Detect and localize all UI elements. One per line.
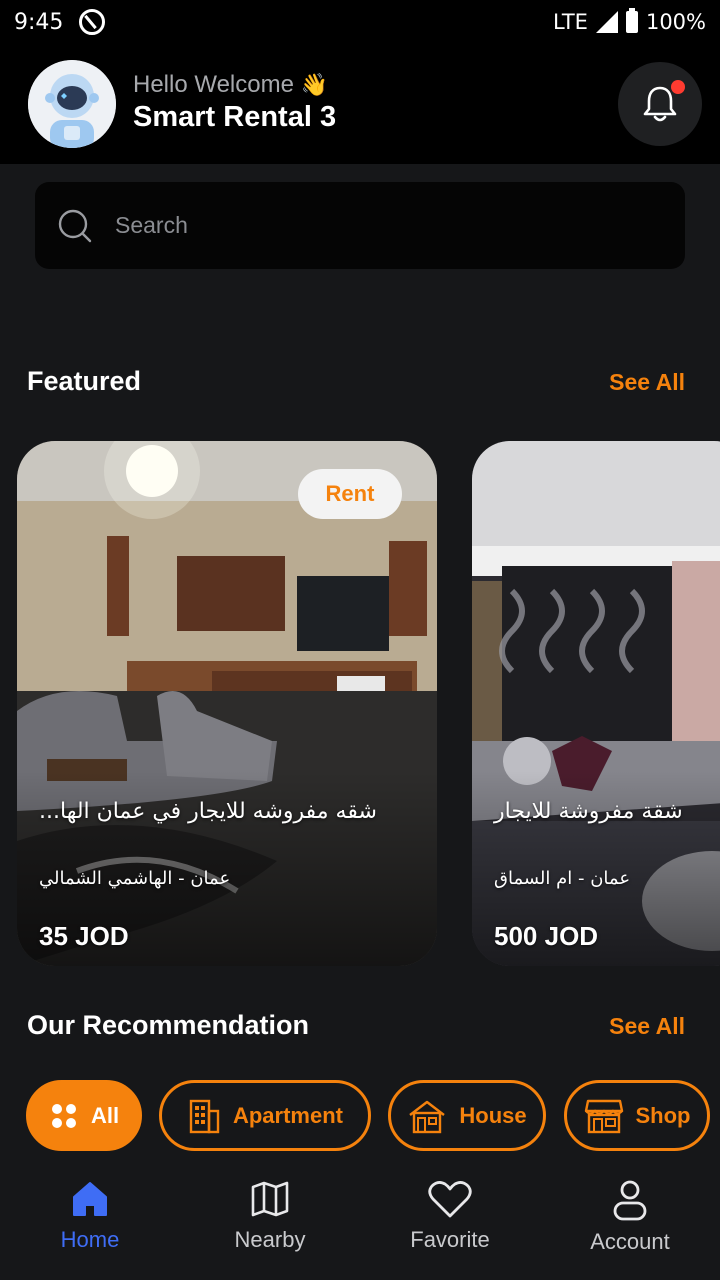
search-input[interactable] <box>115 212 635 239</box>
card-location: عمان - ام السماق <box>494 868 631 889</box>
nav-nearby[interactable]: Nearby <box>180 1179 360 1253</box>
card-price: 35 JOD <box>39 921 129 951</box>
app-name: Smart Rental 3 <box>133 101 337 133</box>
data-saver-icon <box>79 9 106 35</box>
recommendation-title: Our Recommendation <box>27 1010 310 1040</box>
nav-home[interactable]: Home <box>0 1179 180 1253</box>
rent-badge: Rent <box>298 469 402 519</box>
filter-chip-label: Shop <box>635 1102 691 1128</box>
card-title: شقة مفروشة للايجار <box>494 799 683 824</box>
user-icon <box>613 1180 647 1221</box>
notification-dot <box>671 80 685 94</box>
wave-emoji: 👋 <box>300 72 329 97</box>
filter-chip-house[interactable]: House <box>388 1080 546 1151</box>
battery-level: 100% <box>645 10 706 34</box>
status-time: 9:45 <box>14 9 64 35</box>
battery-icon <box>625 8 638 33</box>
home-icon <box>73 1182 107 1216</box>
nav-account[interactable]: Account <box>540 1179 720 1255</box>
filter-chip-shop[interactable]: Shop <box>564 1080 710 1151</box>
nav-label: Home <box>60 1227 120 1252</box>
filter-chip-label: All <box>90 1102 120 1128</box>
featured-card[interactable]: Rent ...شقه مفروشه للايجار في عمان الها … <box>17 441 437 966</box>
shop-icon <box>584 1099 623 1133</box>
robot-avatar-icon <box>28 60 116 148</box>
map-icon <box>251 1181 289 1217</box>
nav-label: Favorite <box>410 1227 490 1252</box>
filter-chip-label: House <box>459 1102 527 1128</box>
avatar[interactable] <box>28 60 116 148</box>
greeting: Hello Welcome 👋 <box>133 71 328 99</box>
nav-favorite[interactable]: Favorite <box>360 1179 540 1253</box>
network-label: LTE <box>553 10 588 34</box>
featured-card[interactable]: شقة مفروشة للايجار عمان - ام السماق 500 … <box>472 441 720 966</box>
card-title: ...شقه مفروشه للايجار في عمان الها <box>39 799 377 824</box>
greeting-text: Hello Welcome <box>133 71 294 98</box>
header: Hello Welcome 👋 Smart Rental 3 <box>0 44 720 164</box>
search-icon <box>58 209 92 242</box>
filter-chip-apartment[interactable]: Apartment <box>159 1080 371 1151</box>
signal-icon <box>595 11 618 33</box>
bottom-nav: Home Nearby Favorite Account <box>0 1165 720 1280</box>
recommendation-see-all-link[interactable]: See All <box>609 1013 685 1040</box>
nav-label: Account <box>590 1229 670 1254</box>
building-icon <box>189 1099 220 1133</box>
featured-see-all-link[interactable]: See All <box>609 369 685 396</box>
featured-title: Featured <box>27 366 142 396</box>
status-right: LTE 100% <box>553 8 706 34</box>
card-location: عمان - الهاشمي الشمالي <box>39 868 231 889</box>
nav-label: Nearby <box>234 1227 306 1252</box>
search-bar[interactable] <box>35 182 685 269</box>
status-bar: 9:45 LTE 100% <box>0 0 720 44</box>
house-icon <box>409 1100 446 1133</box>
heart-icon <box>428 1181 472 1218</box>
card-price: 500 JOD <box>494 921 599 951</box>
notifications-button[interactable] <box>618 62 702 146</box>
filter-chip-all[interactable]: All <box>26 1080 142 1151</box>
filter-chip-label: Apartment <box>232 1102 343 1128</box>
grid-icon <box>51 1103 76 1128</box>
